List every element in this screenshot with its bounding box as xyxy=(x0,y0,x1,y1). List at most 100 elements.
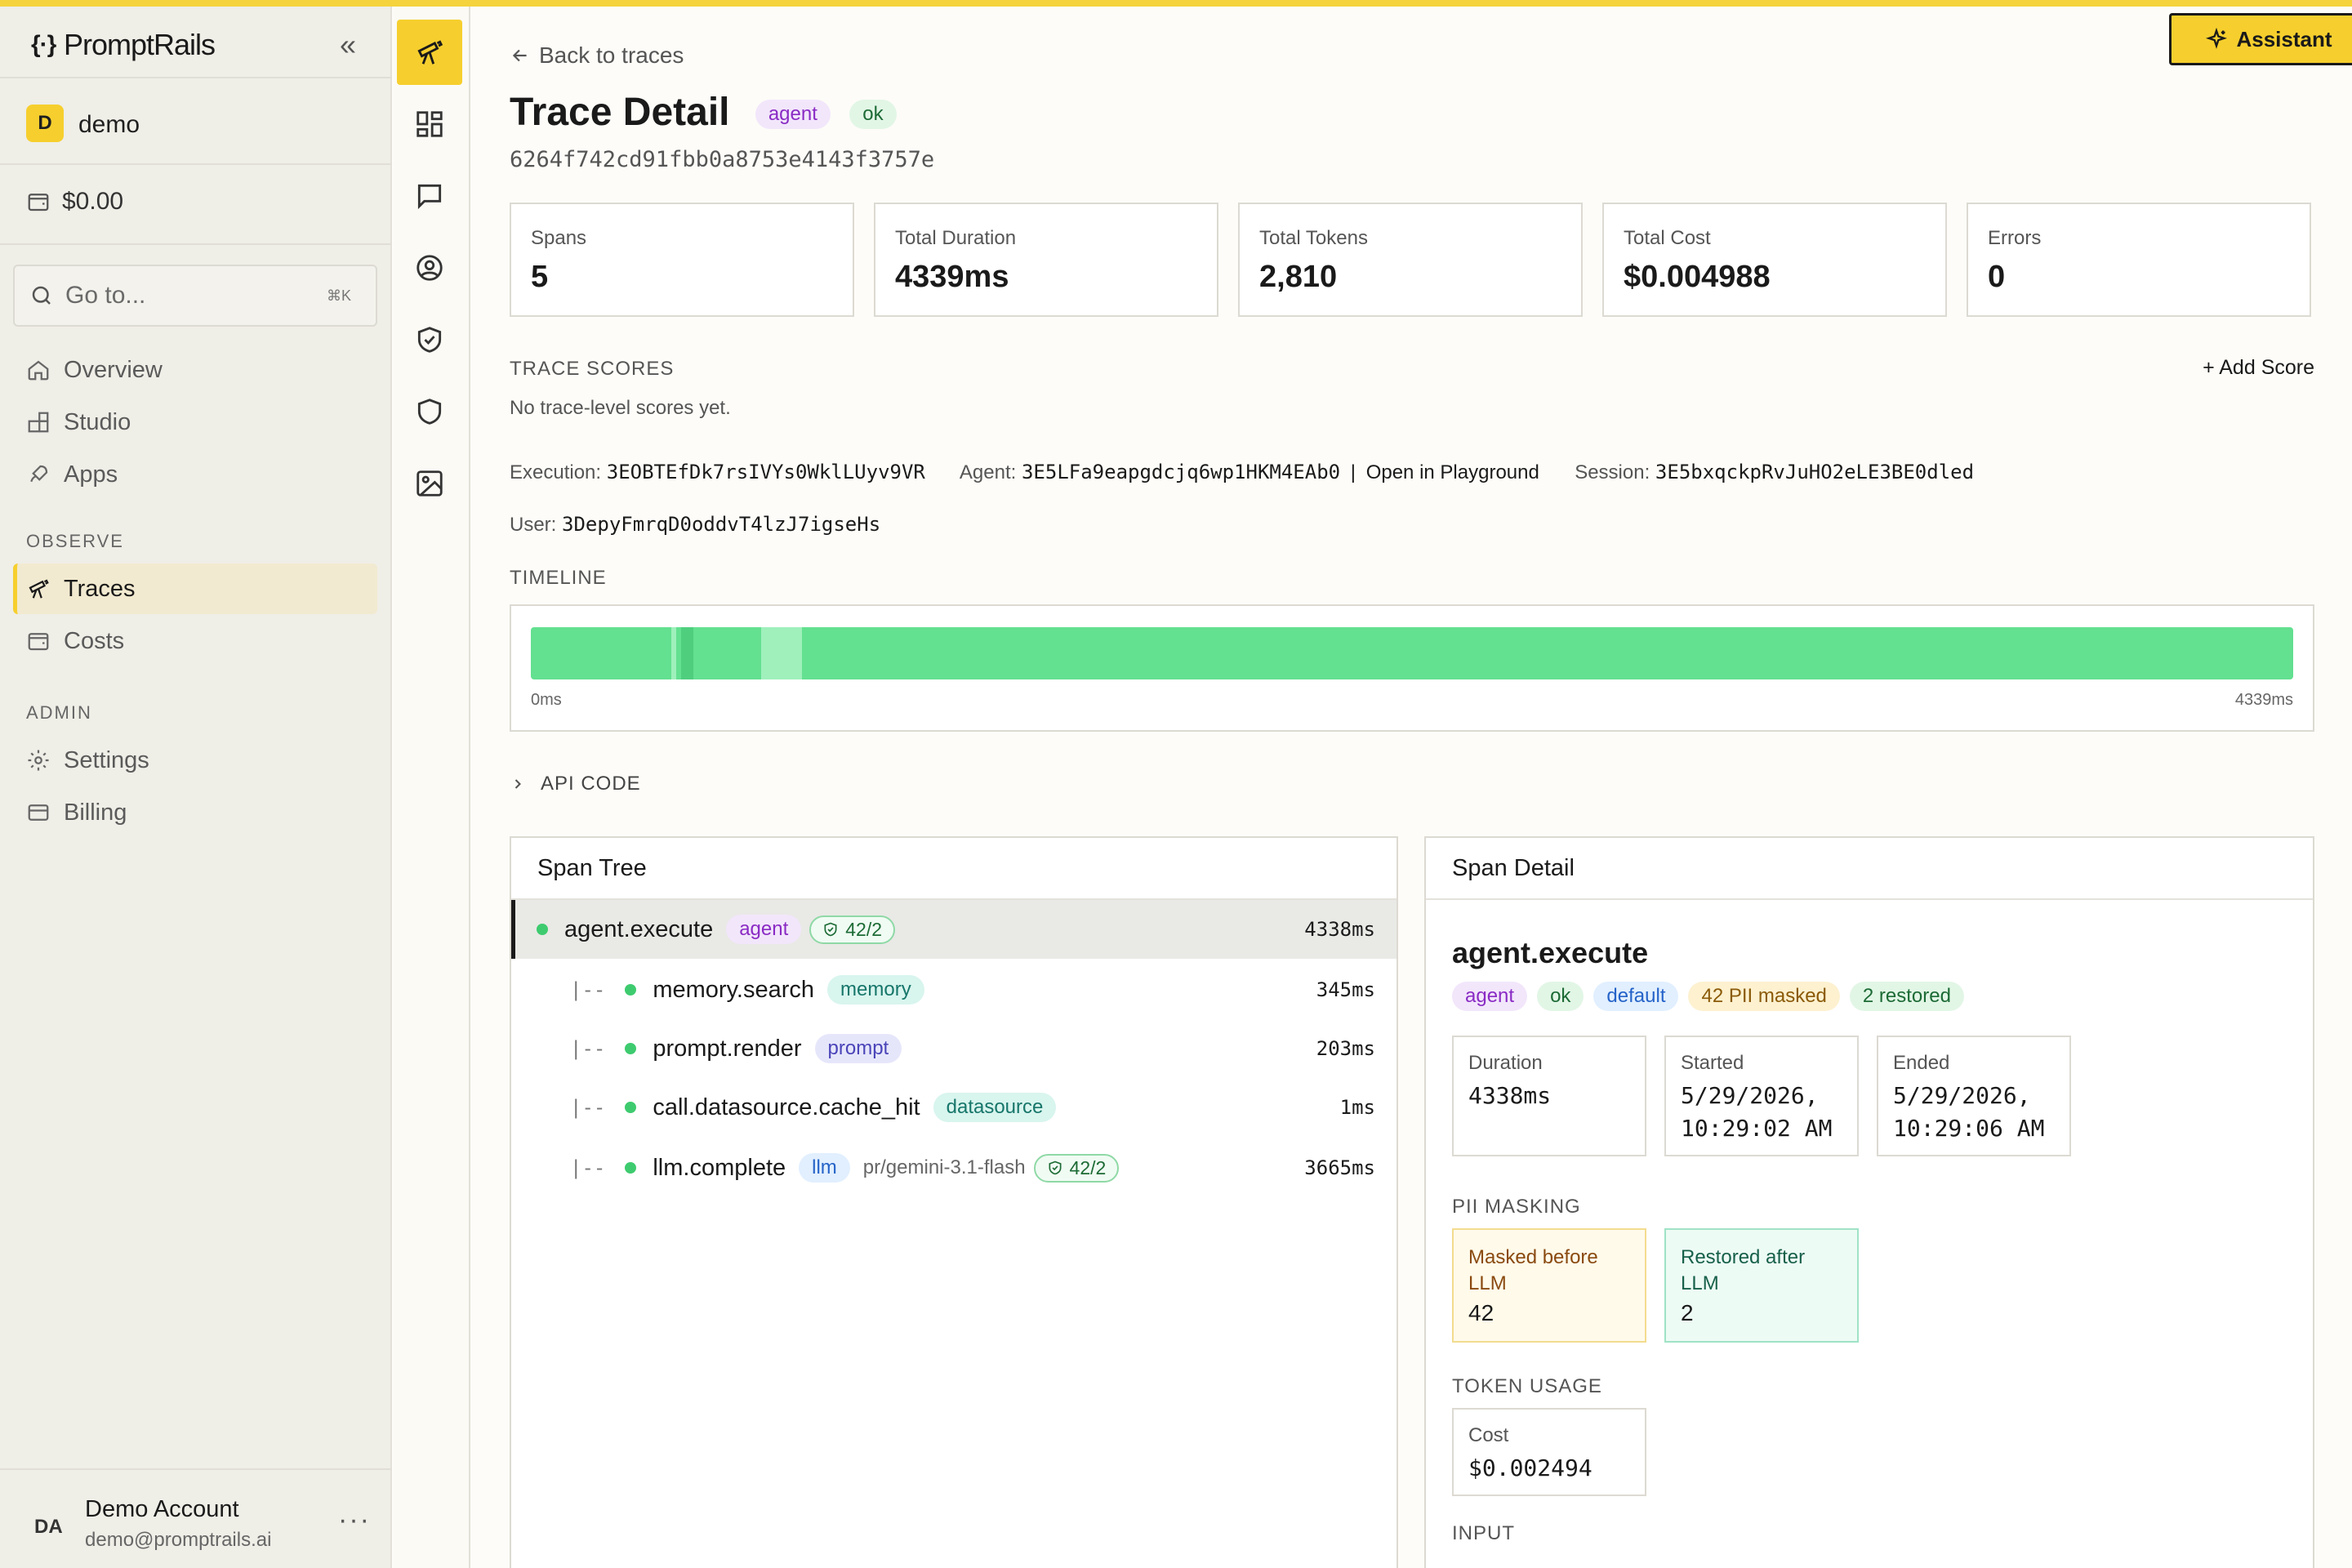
span-type-badge: datasource xyxy=(933,1093,1057,1122)
tree-connector: |-- xyxy=(570,978,606,1001)
mini-value: $0.002494 xyxy=(1468,1454,1592,1481)
tree-connector: |-- xyxy=(570,1037,606,1060)
rail-guardrails[interactable] xyxy=(397,307,462,372)
brand-name: PromptRails xyxy=(64,28,216,61)
session-id[interactable]: 3E5bxqckpRvJuHO2eLE3BE0dled xyxy=(1655,461,1974,483)
nav-overview[interactable]: Overview xyxy=(13,345,377,395)
restored-count: 2 xyxy=(1681,1300,1694,1325)
nav-apps[interactable]: Apps xyxy=(13,449,377,500)
rail-users[interactable] xyxy=(397,235,462,301)
user-id[interactable]: 3DepyFmrqD0oddvT4lzJ7igseHs xyxy=(562,513,880,536)
account-email: demo@promptrails.ai xyxy=(85,1529,272,1551)
span-row-agent-execute[interactable]: agent.execute agent 42/2 4338ms xyxy=(511,900,1396,959)
nav-studio[interactable]: Studio xyxy=(13,397,377,448)
stat-card-errors: Errors 0 xyxy=(1967,203,2311,317)
blocks-icon xyxy=(28,412,49,433)
nav-label: Costs xyxy=(64,627,125,654)
rail-traces[interactable] xyxy=(397,20,462,85)
span-detail-title: Span Detail xyxy=(1426,838,2313,900)
nav-settings[interactable]: Settings xyxy=(13,735,377,786)
span-name: llm.complete xyxy=(653,1154,786,1181)
mini-value: 5/29/2026, 10:29:02 AM xyxy=(1681,1082,1833,1142)
stat-value: 2,810 xyxy=(1259,260,1338,294)
stat-label: Total Cost xyxy=(1624,227,1711,249)
pii-count: 42/2 xyxy=(845,918,883,940)
timeline-span-segment[interactable] xyxy=(681,627,693,679)
brand-logo[interactable]: {·} PromptRails xyxy=(31,24,216,65)
search-input[interactable]: Go to... ⌘K xyxy=(13,265,377,327)
started-card: Started 5/29/2026, 10:29:02 AM xyxy=(1664,1036,1859,1156)
nav-costs[interactable]: Costs xyxy=(13,616,377,666)
span-name: prompt.render xyxy=(653,1035,802,1062)
mini-value: 4338ms xyxy=(1468,1082,1552,1109)
rail-security[interactable] xyxy=(397,379,462,444)
separator: | xyxy=(1350,461,1356,483)
masked-count: 42 xyxy=(1468,1300,1494,1325)
open-in-playground-link[interactable]: Open in Playground xyxy=(1366,461,1539,483)
account-menu[interactable]: DA Demo Account demo@promptrails.ai ··· xyxy=(0,1468,392,1568)
rail-media[interactable] xyxy=(397,451,462,516)
model-name: pr/gemini-3.1-flash xyxy=(862,1156,1026,1178)
avatar: DA xyxy=(34,1516,63,1538)
timeline-span-segment[interactable] xyxy=(670,627,676,679)
wallet-icon xyxy=(28,633,49,651)
stat-value: 5 xyxy=(531,260,549,294)
status-dot xyxy=(625,984,637,996)
agent-id[interactable]: 3E5LFa9eapgdcjq6wp1HKM4EAb0 xyxy=(1022,461,1340,483)
mini-value: 5/29/2026, 10:29:06 AM xyxy=(1893,1082,2045,1142)
pii-badge: 42/2 xyxy=(809,915,896,944)
stat-card-tokens: Total Tokens 2,810 xyxy=(1238,203,1583,317)
rail-dashboard[interactable] xyxy=(397,91,462,157)
status-dot xyxy=(625,1162,637,1174)
input-heading: INPUT xyxy=(1452,1522,1515,1544)
cost-card: Cost $0.002494 xyxy=(1452,1408,1646,1496)
timeline-span-segment[interactable] xyxy=(761,627,803,679)
agent-label: Agent: xyxy=(959,461,1017,483)
span-tree-panel: Span Tree agent.execute agent 42/2 4338m… xyxy=(510,836,1398,1568)
nav-traces[interactable]: Traces xyxy=(13,564,377,614)
chevron-right-icon xyxy=(514,779,521,789)
span-detail-panel: Span Detail agent.execute agent ok defau… xyxy=(1424,836,2314,1568)
logo-mark-icon: {·} xyxy=(31,31,56,58)
assistant-button[interactable]: Assistant xyxy=(2169,13,2352,65)
api-code-toggle[interactable]: API CODE xyxy=(510,773,641,795)
span-row-memory-search[interactable]: |-- memory.search memory 345ms xyxy=(511,960,1396,1019)
nav-label: Overview xyxy=(64,356,163,383)
card-icon xyxy=(28,804,49,821)
divider xyxy=(0,77,392,78)
span-name: call.datasource.cache_hit xyxy=(653,1094,920,1120)
span-row-llm-complete[interactable]: |-- llm.complete llm pr/gemini-3.1-flash… xyxy=(511,1138,1396,1197)
top-accent-bar xyxy=(0,0,2352,7)
timeline-bar[interactable] xyxy=(531,627,2293,679)
divider xyxy=(0,243,392,245)
span-duration: 3665ms xyxy=(1304,1156,1375,1179)
restored-card: Restored after LLM 2 xyxy=(1664,1228,1859,1343)
tree-connector: |-- xyxy=(570,1096,606,1119)
execution-id[interactable]: 3EOBTEfDk7rsIVYs0WklLUyv9VR xyxy=(607,461,925,483)
span-row-prompt-render[interactable]: |-- prompt.render prompt 203ms xyxy=(511,1019,1396,1078)
api-code-label: API CODE xyxy=(541,773,641,795)
back-to-traces-link[interactable]: Back to traces xyxy=(510,42,684,69)
credit-amount: $0.00 xyxy=(62,188,124,215)
stat-value: $0.004988 xyxy=(1624,260,1771,294)
stat-value: 4339ms xyxy=(895,260,1009,294)
more-icon[interactable]: ··· xyxy=(338,1504,371,1536)
workspace-name[interactable]: demo xyxy=(78,111,140,139)
span-row-datasource[interactable]: |-- call.datasource.cache_hit datasource… xyxy=(511,1078,1396,1137)
workspace-avatar[interactable]: D xyxy=(26,105,64,142)
nav-billing[interactable]: Billing xyxy=(13,787,377,838)
credit-balance[interactable]: $0.00 xyxy=(26,188,123,216)
masked-label: Masked before LLM xyxy=(1468,1246,1598,1294)
add-score-button[interactable]: + Add Score xyxy=(2203,356,2314,380)
span-badges: agent ok default 42 PII masked 2 restore… xyxy=(1452,982,1964,1011)
wallet-icon xyxy=(28,194,49,212)
collapse-sidebar-icon[interactable]: « xyxy=(340,28,356,62)
search-shortcut: ⌘K xyxy=(326,287,351,304)
rail-chat[interactable] xyxy=(397,163,462,229)
masked-card: Masked before LLM 42 xyxy=(1452,1228,1646,1343)
ended-card: Ended 5/29/2026, 10:29:06 AM xyxy=(1877,1036,2071,1156)
pii-masking-heading: PII MASKING xyxy=(1452,1196,1581,1218)
status-dot xyxy=(625,1102,637,1113)
mini-label: Cost xyxy=(1468,1424,1509,1446)
sparkle-icon xyxy=(2206,28,2228,49)
